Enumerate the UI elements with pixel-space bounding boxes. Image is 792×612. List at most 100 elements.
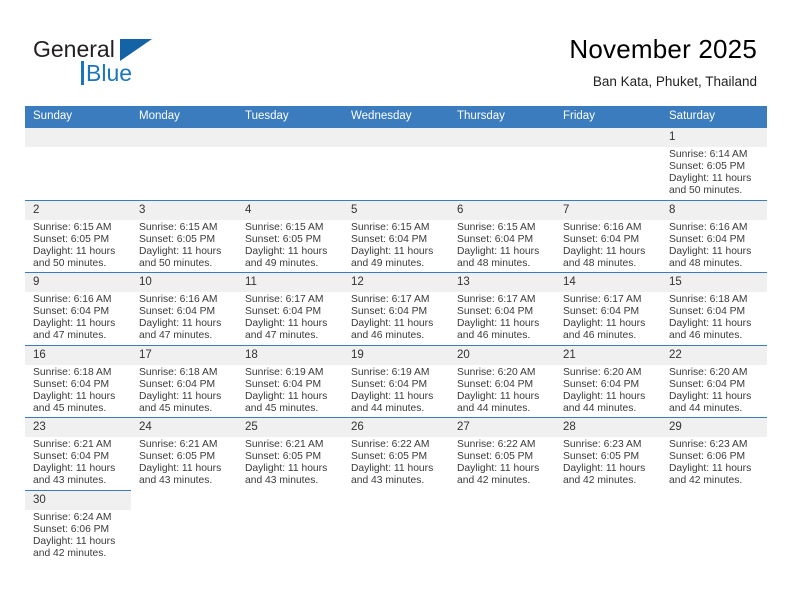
calendar-day-cell[interactable]: 10 Sunrise: 6:16 AM Sunset: 6:04 PM Dayligh… (131, 272, 237, 345)
day-detail-daylight1: Daylight: 11 hours (457, 245, 540, 257)
page-subtitle: Ban Kata, Phuket, Thailand (592, 74, 757, 89)
calendar-day-cell[interactable]: 24 Sunrise: 6:21 AM Sunset: 6:05 PM Dayligh… (131, 417, 237, 490)
day-detail-sunset: Sunset: 6:04 PM (33, 378, 110, 390)
day-detail-daylight1: Daylight: 11 hours (457, 390, 540, 402)
calendar-day-cell[interactable]: 15 Sunrise: 6:18 AM Sunset: 6:04 PM Dayligh… (661, 272, 767, 345)
day-detail-sunrise: Sunrise: 6:14 AM (669, 149, 748, 160)
day-detail-sunrise: Sunrise: 6:19 AM (245, 366, 324, 378)
day-detail-sunrise: Sunrise: 6:24 AM (33, 511, 112, 523)
day-details: Sunrise: 6:19 AM Sunset: 6:04 PM Daylight:… (343, 365, 449, 415)
day-number (25, 128, 131, 147)
day-detail-sunrise: Sunrise: 6:16 AM (563, 221, 642, 233)
day-detail-sunset: Sunset: 6:04 PM (457, 306, 534, 318)
calendar-day-cell[interactable]: 7 Sunrise: 6:16 AM Sunset: 6:04 PM Daylight… (555, 199, 661, 273)
day-detail-sunset: Sunset: 6:05 PM (139, 451, 216, 463)
day-number: 23 (25, 418, 131, 437)
calendar-day-cell[interactable]: 1 Sunrise: 6:14 AM Sunset: 6:05 PM Daylight… (661, 127, 767, 200)
logo-text-blue: Blue (86, 60, 133, 86)
calendar-day-cell[interactable]: 22 Sunrise: 6:20 AM Sunset: 6:04 PM Dayligh… (661, 344, 767, 418)
calendar-day-cell[interactable]: 12 Sunrise: 6:17 AM Sunset: 6:04 PM Dayligh… (343, 272, 449, 345)
day-detail-daylight1: Daylight: 11 hours (351, 390, 434, 402)
day-details: Sunrise: 6:17 AM Sunset: 6:04 PM Daylight:… (555, 292, 661, 342)
day-details: Sunrise: 6:16 AM Sunset: 6:04 PM Daylight:… (25, 292, 131, 342)
weekday-header-wednesday: Wednesday (343, 106, 449, 127)
calendar-day-cell[interactable]: 14 Sunrise: 6:17 AM Sunset: 6:04 PM Dayligh… (555, 272, 661, 345)
day-detail-sunrise: Sunrise: 6:16 AM (33, 294, 112, 305)
calendar-day-cell[interactable]: 29 Sunrise: 6:23 AM Sunset: 6:06 PM Dayligh… (661, 417, 767, 490)
calendar-cell-empty (25, 127, 131, 200)
day-number: 3 (131, 200, 237, 220)
calendar-day-cell[interactable]: 25 Sunrise: 6:21 AM Sunset: 6:05 PM Dayligh… (237, 417, 343, 490)
day-detail-daylight1: Daylight: 11 hours (563, 390, 646, 402)
calendar-day-cell[interactable]: 23 Sunrise: 6:21 AM Sunset: 6:04 PM Dayligh… (25, 417, 131, 490)
day-detail-daylight2: and 49 minutes. (245, 257, 319, 269)
calendar-day-cell[interactable]: 30 Sunrise: 6:24 AM Sunset: 6:06 PM Dayligh… (25, 489, 131, 563)
weekday-header-monday: Monday (131, 106, 237, 127)
day-detail-daylight1: Daylight: 11 hours (139, 245, 222, 257)
calendar-day-cell[interactable]: 17 Sunrise: 6:18 AM Sunset: 6:04 PM Dayligh… (131, 344, 237, 418)
day-number: 15 (661, 273, 767, 292)
day-detail-daylight2: and 42 minutes. (457, 475, 531, 487)
day-number: 12 (343, 273, 449, 292)
day-detail-sunset: Sunset: 6:05 PM (563, 451, 640, 463)
calendar-cell-empty (555, 127, 661, 200)
day-detail-daylight2: and 46 minutes. (669, 330, 743, 342)
day-details: Sunrise: 6:23 AM Sunset: 6:05 PM Daylight:… (555, 437, 661, 487)
day-number (661, 490, 767, 509)
day-number (449, 128, 555, 147)
calendar-day-cell[interactable]: 6 Sunrise: 6:15 AM Sunset: 6:04 PM Daylight… (449, 199, 555, 273)
calendar-day-cell[interactable]: 21 Sunrise: 6:20 AM Sunset: 6:04 PM Dayligh… (555, 344, 661, 418)
day-detail-sunset: Sunset: 6:05 PM (139, 233, 216, 245)
day-details: Sunrise: 6:16 AM Sunset: 6:04 PM Daylight:… (555, 220, 661, 270)
day-detail-sunrise: Sunrise: 6:20 AM (669, 366, 748, 378)
calendar-day-cell[interactable]: 16 Sunrise: 6:18 AM Sunset: 6:04 PM Dayligh… (25, 344, 131, 418)
day-detail-daylight1: Daylight: 11 hours (457, 318, 540, 330)
day-detail-sunset: Sunset: 6:04 PM (669, 233, 746, 245)
day-detail-sunrise: Sunrise: 6:19 AM (351, 366, 430, 378)
day-details: Sunrise: 6:15 AM Sunset: 6:04 PM Daylight:… (449, 220, 555, 270)
day-details: Sunrise: 6:15 AM Sunset: 6:05 PM Daylight:… (237, 220, 343, 270)
calendar-day-cell[interactable]: 27 Sunrise: 6:22 AM Sunset: 6:05 PM Dayligh… (449, 417, 555, 490)
day-detail-daylight2: and 47 minutes. (245, 330, 319, 342)
calendar-day-cell[interactable]: 3 Sunrise: 6:15 AM Sunset: 6:05 PM Daylight… (131, 199, 237, 273)
calendar-cell-empty (131, 490, 237, 563)
day-details: Sunrise: 6:19 AM Sunset: 6:04 PM Daylight:… (237, 365, 343, 415)
calendar-day-cell[interactable]: 19 Sunrise: 6:19 AM Sunset: 6:04 PM Dayligh… (343, 344, 449, 418)
weekday-header-sunday: Sunday (25, 106, 131, 127)
calendar-day-cell[interactable]: 2 Sunrise: 6:15 AM Sunset: 6:05 PM Daylight… (25, 199, 131, 273)
calendar-day-cell[interactable]: 8 Sunrise: 6:16 AM Sunset: 6:04 PM Daylight… (661, 199, 767, 273)
day-detail-sunrise: Sunrise: 6:18 AM (139, 366, 218, 378)
day-details: Sunrise: 6:17 AM Sunset: 6:04 PM Daylight:… (237, 292, 343, 342)
day-detail-sunrise: Sunrise: 6:23 AM (563, 439, 642, 450)
day-detail-daylight2: and 43 minutes. (33, 475, 107, 487)
calendar-day-cell[interactable]: 28 Sunrise: 6:23 AM Sunset: 6:05 PM Dayligh… (555, 417, 661, 490)
day-detail-sunset: Sunset: 6:04 PM (245, 306, 322, 318)
day-detail-sunrise: Sunrise: 6:23 AM (669, 439, 748, 450)
day-number: 4 (237, 200, 343, 220)
day-number: 11 (237, 273, 343, 292)
calendar-day-cell[interactable]: 13 Sunrise: 6:17 AM Sunset: 6:04 PM Dayligh… (449, 272, 555, 345)
calendar-cell-empty (661, 490, 767, 563)
day-number: 7 (555, 200, 661, 220)
day-number: 21 (555, 345, 661, 365)
calendar-cell-empty (237, 127, 343, 200)
day-detail-sunset: Sunset: 6:04 PM (669, 378, 746, 390)
calendar-day-cell[interactable]: 4 Sunrise: 6:15 AM Sunset: 6:05 PM Daylight… (237, 199, 343, 273)
day-detail-sunrise: Sunrise: 6:15 AM (245, 221, 324, 233)
calendar-day-cell[interactable]: 26 Sunrise: 6:22 AM Sunset: 6:05 PM Dayligh… (343, 417, 449, 490)
day-detail-daylight2: and 45 minutes. (33, 402, 107, 414)
calendar-day-cell[interactable]: 20 Sunrise: 6:20 AM Sunset: 6:04 PM Dayligh… (449, 344, 555, 418)
day-detail-daylight2: and 49 minutes. (351, 257, 425, 269)
calendar-day-cell[interactable]: 5 Sunrise: 6:15 AM Sunset: 6:04 PM Daylight… (343, 199, 449, 273)
calendar-day-cell[interactable]: 11 Sunrise: 6:17 AM Sunset: 6:04 PM Dayligh… (237, 272, 343, 345)
day-detail-daylight2: and 43 minutes. (351, 475, 425, 487)
day-detail-daylight2: and 44 minutes. (457, 402, 531, 414)
calendar-day-cell[interactable]: 9 Sunrise: 6:16 AM Sunset: 6:04 PM Daylight… (25, 272, 131, 345)
day-detail-sunset: Sunset: 6:04 PM (351, 378, 428, 390)
day-number: 27 (449, 418, 555, 437)
calendar-day-cell[interactable]: 18 Sunrise: 6:19 AM Sunset: 6:04 PM Dayligh… (237, 344, 343, 418)
day-number (343, 128, 449, 147)
day-detail-daylight1: Daylight: 11 hours (669, 245, 752, 257)
day-details: Sunrise: 6:16 AM Sunset: 6:04 PM Daylight:… (131, 292, 237, 342)
day-detail-daylight2: and 46 minutes. (351, 330, 425, 342)
